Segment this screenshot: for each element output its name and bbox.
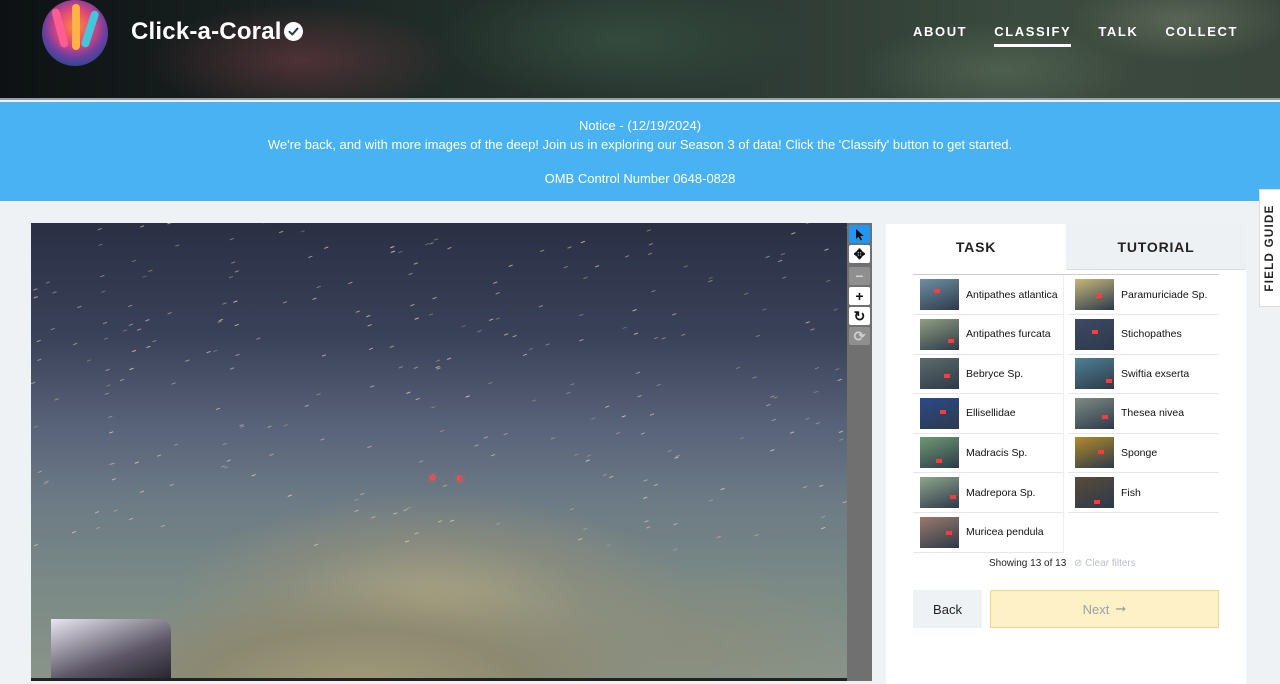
clear-filters-button[interactable]: ⊘ Clear filters [1074, 558, 1136, 569]
choice-label: Thesea nivea [1121, 407, 1185, 420]
choice-item[interactable]: Fish [1068, 473, 1219, 513]
choice-label: Antipathes atlantica [966, 288, 1058, 301]
marine-snow [31, 223, 847, 551]
choice-thumbnail [1075, 318, 1114, 350]
move-icon[interactable]: ✥ [849, 245, 870, 263]
choice-thumbnail [920, 279, 959, 310]
nav-collect[interactable]: COLLECT [1165, 24, 1238, 47]
field-guide-tab[interactable]: FIELD GUIDE [1259, 189, 1280, 307]
choice-label: Sponge [1121, 446, 1158, 459]
choice-item[interactable]: Sponge [1068, 433, 1219, 474]
notice-title: Notice - (12/19/2024) [578, 118, 702, 133]
project-title[interactable]: Click-a-Coral [131, 18, 282, 46]
choice-label: Antipathes furcata [966, 328, 1051, 341]
choice-thumbnail [1075, 358, 1114, 390]
zoom-in-icon[interactable]: + [849, 287, 870, 305]
viewer-toolbar: ✥ − + ↻ ⟳ [847, 223, 872, 681]
task-panel: TASK TUTORIAL Antipathes atlantica Paramu… [886, 224, 1246, 684]
choice-label: Swiftia exserta [1121, 367, 1190, 380]
verified-badge-icon [284, 22, 303, 41]
foreground-rock [51, 619, 171, 681]
arrow-right-icon: ➞ [1115, 601, 1127, 616]
choice-item[interactable]: Madrepora Sp. [913, 473, 1064, 513]
choice-item[interactable]: Bebryce Sp. [913, 354, 1064, 395]
choice-label: Madrepora Sp. [966, 486, 1036, 499]
choice-item[interactable]: Antipathes atlantica [913, 275, 1064, 315]
nav-about[interactable]: ABOUT [913, 24, 967, 47]
choice-item[interactable]: Paramuriciade Sp. [1068, 275, 1219, 315]
panel-tabs: TASK TUTORIAL [886, 224, 1246, 270]
choice-item[interactable]: Muricea pendula [913, 512, 1064, 553]
reset-icon[interactable]: ⟳ [849, 327, 870, 345]
laser-point [430, 475, 435, 480]
cancel-circle-icon: ⊘ [1074, 558, 1083, 569]
zoom-out-icon[interactable]: − [849, 267, 870, 285]
choice-thumbnail [920, 477, 959, 508]
choice-thumbnail [1075, 437, 1114, 469]
next-button[interactable]: Next ➞ [990, 590, 1219, 628]
choice-item[interactable]: Swiftia exserta [1068, 354, 1219, 395]
laser-point [457, 476, 462, 481]
choice-label: Madracis Sp. [966, 446, 1028, 459]
choice-label: Fish [1121, 486, 1141, 499]
next-label: Next [1082, 601, 1110, 617]
notice-banner: Notice - (12/19/2024) We're back, and wi… [0, 102, 1280, 201]
choice-label: Ellisellidae [966, 407, 1016, 420]
choice-thumbnail [920, 318, 959, 350]
field-guide-label: FIELD GUIDE [1264, 204, 1276, 292]
choice-label: Paramuriciade Sp. [1121, 288, 1208, 301]
choice-item[interactable]: Madracis Sp. [913, 433, 1064, 474]
choice-item[interactable]: Ellisellidae [913, 393, 1064, 434]
choice-label: Stichopathes [1121, 328, 1182, 341]
choice-thumbnail [1075, 477, 1114, 508]
choice-item[interactable]: Antipathes furcata [913, 314, 1064, 355]
rotate-icon[interactable]: ↻ [849, 307, 870, 325]
project-header: Click-a-Coral ABOUT CLASSIFY TALK COLLEC… [0, 0, 1280, 100]
choice-thumbnail [1075, 397, 1114, 429]
viewer-bottom-edge [31, 678, 847, 681]
choice-thumbnail [920, 516, 959, 548]
choice-item[interactable]: Stichopathes [1068, 315, 1219, 355]
project-logo[interactable] [42, 0, 108, 66]
choice-thumbnail [920, 397, 959, 429]
choice-thumbnail [920, 358, 959, 390]
choice-thumbnail [920, 437, 959, 469]
omb-control-number: OMB Control Number 0648-0828 [544, 171, 736, 186]
nav-classify[interactable]: CLASSIFY [994, 24, 1072, 47]
choice-item[interactable]: Thesea nivea [1068, 394, 1219, 434]
clear-filters-label: Clear filters [1085, 558, 1136, 569]
back-button[interactable]: Back [913, 590, 982, 628]
showing-count: Showing 13 of 13 [989, 558, 1067, 569]
project-nav: ABOUT CLASSIFY TALK COLLECT [913, 24, 1238, 47]
tab-task[interactable]: TASK [886, 224, 1066, 270]
pointer-icon[interactable] [849, 225, 870, 243]
tab-tutorial[interactable]: TUTORIAL [1066, 224, 1246, 270]
choice-thumbnail [1075, 279, 1114, 310]
choice-label: Bebryce Sp. [966, 367, 1024, 380]
nav-talk[interactable]: TALK [1098, 24, 1138, 47]
notice-message: We're back, and with more images of the … [267, 137, 1013, 152]
subject-image[interactable] [31, 223, 847, 681]
choice-label: Muricea pendula [966, 526, 1044, 539]
